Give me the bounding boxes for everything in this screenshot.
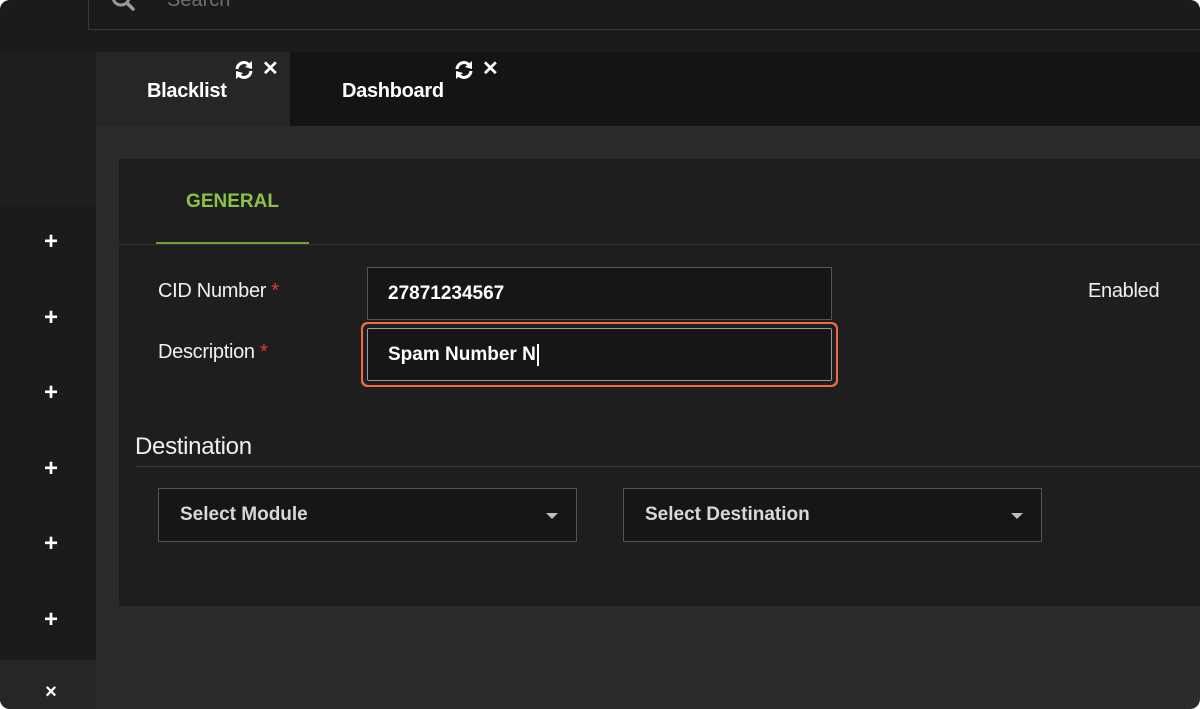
description-value: Spam Number N bbox=[388, 343, 536, 365]
chevron-down-icon bbox=[1011, 513, 1023, 519]
tab-blacklist[interactable]: Blacklist ✕ bbox=[96, 52, 290, 126]
app-window: Search + + + + + + × Blacklist ✕ Dashboa… bbox=[0, 0, 1200, 709]
sidebar-close-icon[interactable]: × bbox=[36, 677, 66, 707]
tab-strip: Blacklist ✕ Dashboard ✕ bbox=[96, 52, 1200, 126]
tab-label: Dashboard bbox=[342, 80, 444, 102]
sidebar-add-button-4[interactable]: + bbox=[36, 454, 66, 484]
enabled-label: Enabled bbox=[1088, 280, 1160, 302]
select-destination-label: Select Destination bbox=[645, 504, 810, 525]
search-placeholder: Search bbox=[167, 0, 231, 11]
required-marker: * bbox=[260, 341, 268, 363]
sidebar-add-button-6[interactable]: + bbox=[36, 605, 66, 635]
chevron-down-icon bbox=[546, 513, 558, 519]
text-caret bbox=[536, 343, 539, 366]
tab-dashboard[interactable]: Dashboard ✕ bbox=[290, 52, 520, 126]
close-icon[interactable]: ✕ bbox=[262, 57, 279, 81]
cid-number-label-text: CID Number bbox=[158, 280, 267, 302]
tab-general[interactable]: GENERAL bbox=[156, 189, 309, 245]
cid-number-input[interactable]: 27871234567 bbox=[367, 267, 832, 320]
description-label: Description * bbox=[158, 341, 268, 364]
sidebar-add-button-3[interactable]: + bbox=[36, 378, 66, 408]
select-destination-dropdown[interactable]: Select Destination bbox=[623, 488, 1042, 542]
sidebar-add-button-2[interactable]: + bbox=[36, 303, 66, 333]
refresh-icon[interactable] bbox=[233, 59, 255, 81]
description-label-text: Description bbox=[158, 341, 255, 363]
refresh-icon[interactable] bbox=[453, 59, 475, 81]
tab-label: Blacklist bbox=[147, 80, 227, 102]
description-input[interactable]: Spam Number N bbox=[367, 328, 832, 381]
required-marker: * bbox=[271, 280, 279, 302]
sidebar: + + + + + + × bbox=[0, 52, 96, 709]
close-icon[interactable]: ✕ bbox=[482, 57, 499, 81]
select-module-label: Select Module bbox=[180, 504, 308, 525]
divider bbox=[135, 466, 1200, 467]
sidebar-add-button-5[interactable]: + bbox=[36, 529, 66, 559]
blacklist-form-panel: GENERAL CID Number * 27871234567 Descrip… bbox=[119, 159, 1200, 606]
destination-title: Destination bbox=[135, 433, 252, 460]
select-module-dropdown[interactable]: Select Module bbox=[158, 488, 577, 542]
top-bar: Search bbox=[0, 0, 1200, 52]
search-icon bbox=[111, 0, 135, 11]
sidebar-header bbox=[0, 52, 96, 206]
cid-number-value: 27871234567 bbox=[388, 282, 505, 304]
cid-number-label: CID Number * bbox=[158, 280, 279, 303]
search-input[interactable]: Search bbox=[88, 0, 1200, 30]
sidebar-add-button-1[interactable]: + bbox=[36, 227, 66, 257]
divider bbox=[119, 244, 1200, 245]
